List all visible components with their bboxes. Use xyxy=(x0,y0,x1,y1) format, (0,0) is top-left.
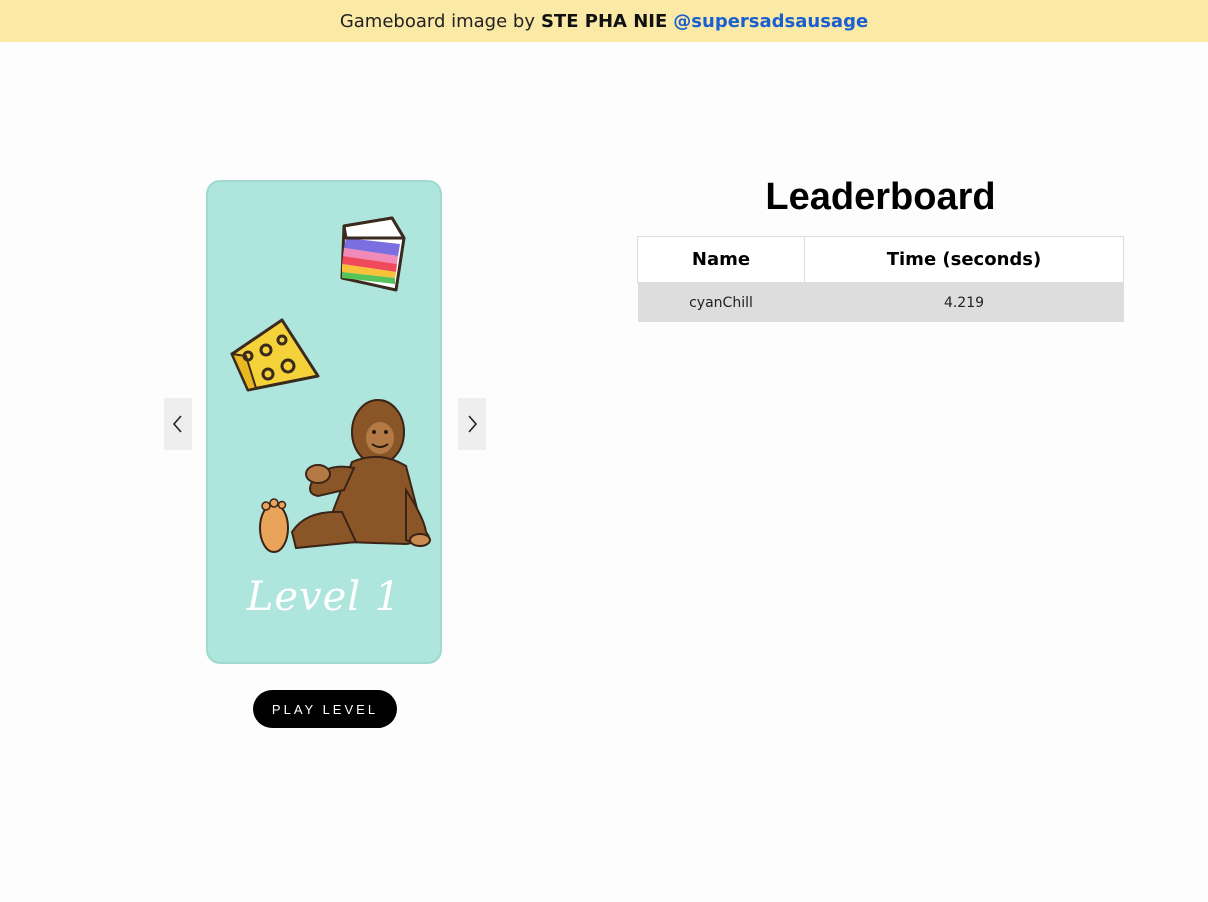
leaderboard-table: Name Time (seconds) cyanChill 4.219 xyxy=(637,236,1124,322)
attribution-banner: Gameboard image by STE PHA NIE @supersad… xyxy=(0,0,1208,42)
attribution-prefix: Gameboard image by xyxy=(339,10,535,32)
bigfoot-icon xyxy=(259,399,431,553)
next-level-button[interactable] xyxy=(458,398,486,450)
rainbow-cake-icon xyxy=(340,216,406,292)
table-row: cyanChill 4.219 xyxy=(637,282,1124,322)
chevron-left-icon xyxy=(172,415,182,433)
leaderboard-title: Leaderboard xyxy=(765,176,996,218)
level-label: Level 1 xyxy=(246,574,402,620)
level-card: Level 1 xyxy=(206,180,442,664)
play-level-button[interactable]: PLAY LEVEL xyxy=(253,690,397,728)
leaderboard-header-row: Name Time (seconds) xyxy=(637,236,1124,283)
previous-level-button[interactable] xyxy=(164,398,192,450)
artist-name: STE PHA NIE xyxy=(540,10,668,32)
row-name-cell: cyanChill xyxy=(637,282,805,322)
column-header-name: Name xyxy=(637,236,805,283)
chevron-right-icon xyxy=(468,415,478,433)
column-header-time: Time (seconds) xyxy=(804,236,1124,283)
artist-handle-link[interactable]: @supersadsausage xyxy=(673,11,868,32)
row-time-cell: 4.219 xyxy=(804,282,1124,322)
cheese-icon xyxy=(230,318,320,392)
